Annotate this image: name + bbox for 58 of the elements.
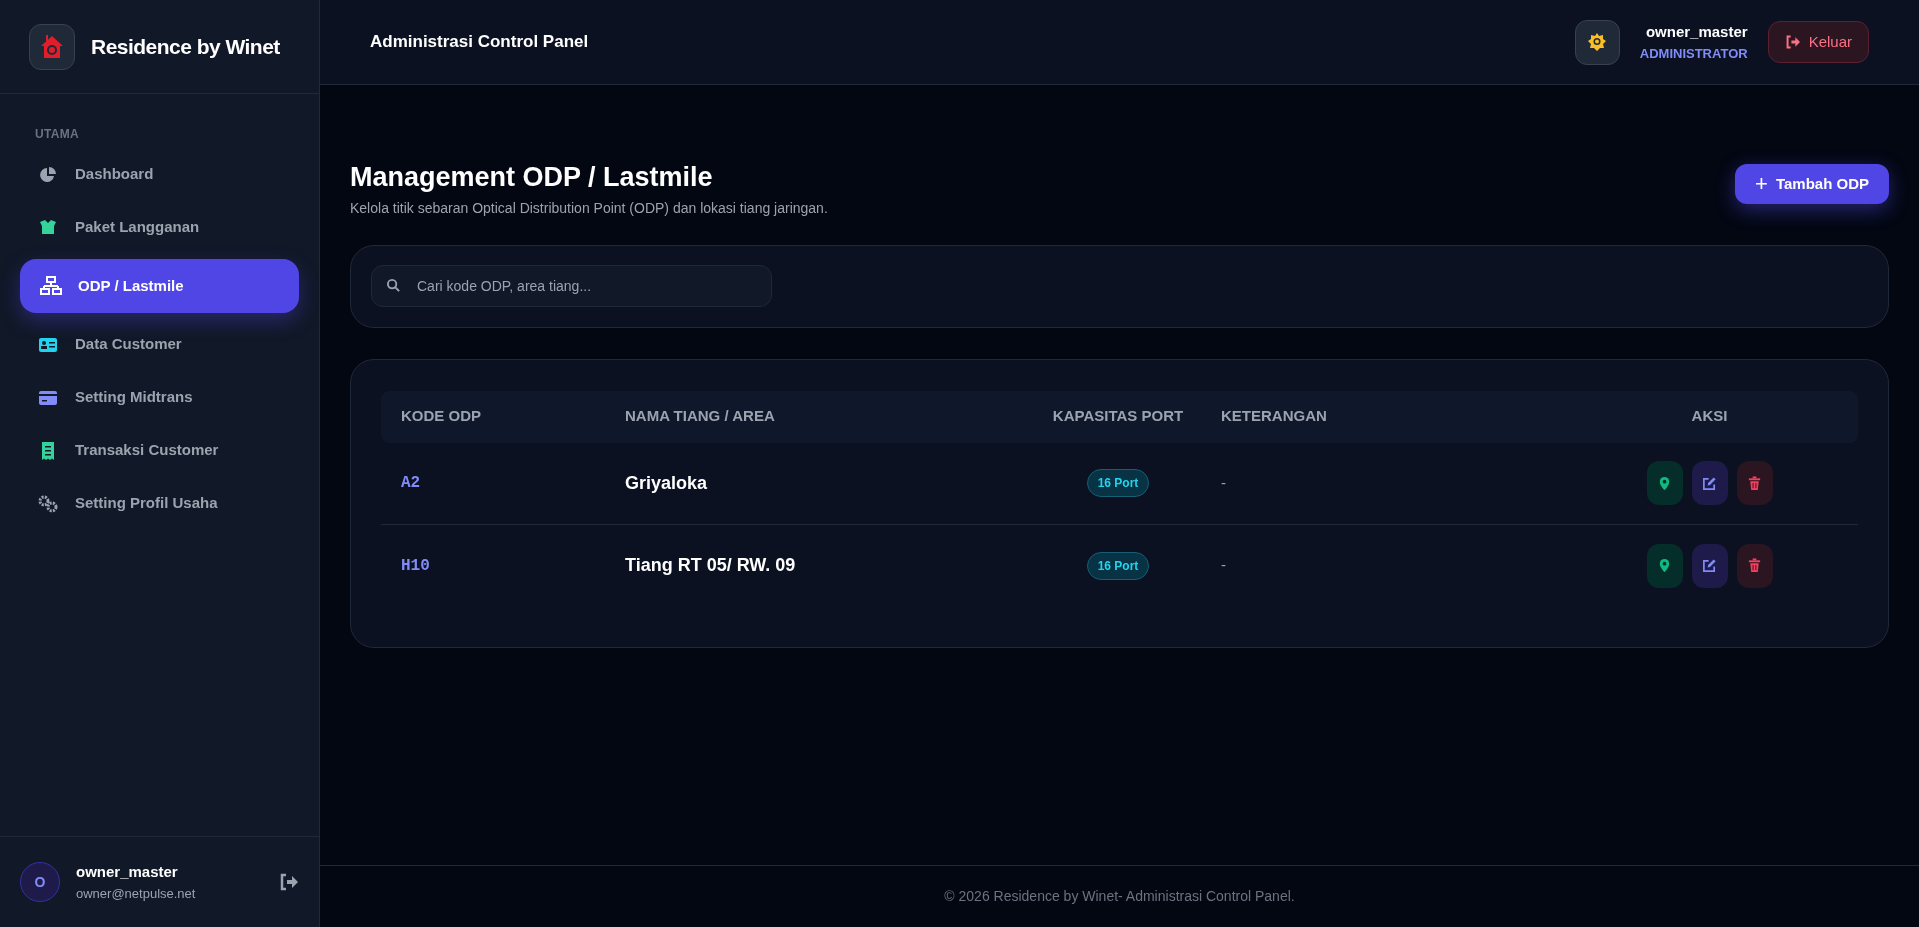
delete-button[interactable] (1736, 543, 1773, 588)
trash-icon (1747, 475, 1762, 491)
column-header: NAMA TIANG / AREA (625, 406, 775, 427)
edit-icon (1702, 475, 1717, 491)
header-title: Administrasi Control Panel (370, 31, 589, 54)
user-role: ADMINISTRATOR (1639, 44, 1748, 63)
column-header: AKSI (1691, 406, 1728, 427)
sidebar-item[interactable]: Data Customer (20, 323, 299, 366)
sidebar-item[interactable]: Setting Midtrans (20, 376, 299, 419)
brand-name: Residence by Winet (91, 33, 280, 60)
column-header: KETERANGAN (1221, 406, 1327, 427)
port-badge: 16 Port (1086, 551, 1150, 580)
section-label: UTAMA (35, 126, 79, 143)
network-icon (40, 276, 62, 296)
gears-icon (38, 494, 58, 513)
pie-chart-icon (39, 165, 57, 184)
edit-icon (1702, 558, 1717, 573)
edit-button[interactable] (1691, 461, 1728, 505)
credit-card-icon (39, 390, 57, 405)
odp-code: H10 (401, 555, 430, 577)
map-pin-icon (1657, 558, 1672, 573)
logo-icon (29, 23, 75, 70)
add-odp-button[interactable]: + Tambah ODP (1735, 164, 1889, 204)
sidebar-item[interactable]: Setting Profil Usaha (20, 482, 299, 525)
map-button[interactable] (1646, 461, 1683, 505)
header-username: owner_master (1645, 22, 1748, 42)
search-field[interactable]: Cari kode ODP, area tiang... (371, 265, 772, 307)
theme-toggle-button[interactable] (1574, 19, 1620, 65)
edit-button[interactable] (1691, 543, 1728, 588)
receipt-icon (41, 441, 55, 460)
user-avatar: O (20, 862, 60, 902)
search-icon (386, 278, 401, 293)
user-email: owner@netpulse.net (76, 884, 196, 903)
map-pin-icon (1657, 475, 1672, 491)
page-subtitle: Kelola titik sebaran Optical Distribution Point (ODP) dan lokasi tiang jaringan. (350, 198, 828, 218)
area-name: Tiang RT 05/ RW. 09 (625, 554, 796, 577)
column-header: KAPASITAS PORT (1052, 406, 1184, 427)
map-button[interactable] (1646, 543, 1683, 588)
sidebar-item[interactable]: ODP / Lastmile (20, 259, 299, 313)
user-name: owner_master (76, 862, 178, 882)
logout-button[interactable]: Keluar (1767, 21, 1869, 63)
logout-icon[interactable] (279, 873, 299, 891)
note-text: - (1221, 555, 1226, 576)
sidebar-item[interactable]: Dashboard (20, 153, 299, 196)
trash-icon (1747, 558, 1762, 573)
logout-icon (1784, 35, 1801, 49)
odp-code: A2 (401, 473, 421, 494)
page-title: Management ODP / Lastmile (350, 161, 713, 194)
id-card-icon (39, 337, 57, 352)
note-text: - (1221, 472, 1226, 493)
delete-button[interactable] (1736, 461, 1773, 505)
port-badge: 16 Port (1086, 469, 1150, 497)
sun-icon (1587, 32, 1608, 52)
sidebar-item[interactable]: Paket Langganan (20, 206, 299, 249)
area-name: Griyaloka (625, 471, 708, 495)
footer-text: © 2026 Residence by Winet- Administrasi Control Panel. (944, 887, 1295, 906)
sidebar-item[interactable]: Transaksi Customer (20, 429, 299, 472)
column-header: KODE ODP (401, 406, 481, 427)
